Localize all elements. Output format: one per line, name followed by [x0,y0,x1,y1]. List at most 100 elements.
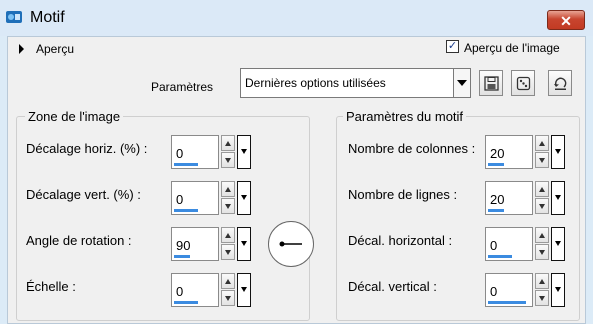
spinner-input[interactable]: 20 [485,135,533,169]
field-label: Angle de rotation : [26,233,132,248]
arrow-up-icon [539,233,545,238]
presets-dropdown[interactable]: Dernières options utilisées [240,68,471,98]
value-slider-bar[interactable] [174,163,198,166]
dial-needle-icon [279,241,302,247]
slider-popup-button[interactable] [551,227,565,261]
close-button[interactable]: ✕ [547,10,585,30]
image-zone-group: Zone de l'image Décalage horiz. (%) : 0 … [16,109,310,321]
spinner-input[interactable]: 0 [485,227,533,261]
spinner-value: 0 [490,284,498,299]
decrement-button[interactable] [221,244,235,260]
arrow-down-icon [539,204,545,209]
arrow-up-icon [539,279,545,284]
vertical-shift-spinner[interactable]: 0 [485,273,566,307]
close-icon: ✕ [560,13,572,29]
presets-dropdown-button[interactable] [453,69,470,97]
arrow-up-icon [539,187,545,192]
value-slider-bar[interactable] [488,301,526,304]
decrement-button[interactable] [221,152,235,168]
increment-button[interactable] [535,227,549,243]
spinner-input[interactable]: 0 [171,273,219,307]
arrow-down-icon [225,158,231,163]
chevron-down-icon [555,149,561,154]
rotation-angle-spinner[interactable]: 90 [171,227,252,261]
rotation-dial[interactable] [268,221,314,267]
field-label: Nombre de lignes : [348,187,458,202]
spinner-value: 90 [176,238,191,253]
decrement-button[interactable] [535,290,549,306]
preview-checkbox[interactable]: ✓ [446,40,459,53]
increment-button[interactable] [221,135,235,151]
save-preset-button[interactable] [479,70,503,96]
value-slider-bar[interactable] [174,255,190,258]
window-title: Motif [30,9,65,26]
arrow-down-icon [225,296,231,301]
field-label: Nombre de colonnes : [348,141,476,156]
arrow-up-icon [225,141,231,146]
spinner-value: 0 [490,238,498,253]
increment-button[interactable] [535,135,549,151]
chevron-down-icon [241,241,247,246]
randomize-button[interactable] [511,70,535,96]
presets-selected-value: Dernières options utilisées [245,76,386,90]
spinner-input[interactable]: 0 [171,181,219,215]
checkmark-icon: ✓ [447,40,458,52]
value-slider-bar[interactable] [488,163,504,166]
increment-button[interactable] [221,273,235,289]
horizontal-offset-spinner[interactable]: 0 [171,135,252,169]
increment-button[interactable] [535,273,549,289]
field-label: Décal. vertical : [348,279,437,294]
reset-icon [554,77,567,90]
scale-spinner[interactable]: 0 [171,273,252,307]
slider-popup-button[interactable] [237,181,251,215]
spinner-input[interactable]: 20 [485,181,533,215]
pattern-params-title: Paramètres du motif [343,109,467,124]
chevron-down-icon [457,80,467,86]
decrement-button[interactable] [535,152,549,168]
rows-spinner[interactable]: 20 [485,181,566,215]
vertical-offset-spinner[interactable]: 0 [171,181,252,215]
spinner-value: 0 [176,192,184,207]
columns-spinner[interactable]: 20 [485,135,566,169]
horizontal-shift-spinner[interactable]: 0 [485,227,566,261]
dialog-body: Aperçu ✓ Aperçu de l'image Paramètres De… [7,36,586,324]
decrement-button[interactable] [535,244,549,260]
decrement-button[interactable] [221,290,235,306]
arrow-up-icon [539,141,545,146]
slider-popup-button[interactable] [237,227,251,261]
slider-popup-button[interactable] [551,135,565,169]
expand-arrow-icon[interactable] [19,44,24,54]
random-dice-icon [516,76,531,91]
title-bar: Motif ✕ [0,0,593,36]
field-label: Décalage horiz. (%) : [26,141,148,156]
increment-button[interactable] [221,181,235,197]
reset-button[interactable] [548,70,572,96]
arrow-down-icon [539,296,545,301]
spinner-value: 0 [176,146,184,161]
slider-popup-button[interactable] [551,273,565,307]
spinner-input[interactable]: 0 [485,273,533,307]
slider-popup-button[interactable] [551,181,565,215]
spinner-input[interactable]: 90 [171,227,219,261]
value-slider-bar[interactable] [488,255,512,258]
presets-label: Paramètres [151,80,214,94]
value-slider-bar[interactable] [488,209,504,212]
slider-popup-button[interactable] [237,273,251,307]
increment-button[interactable] [535,181,549,197]
preview-checkbox-label[interactable]: Aperçu de l'image [464,41,560,55]
chevron-down-icon [555,287,561,292]
increment-button[interactable] [221,227,235,243]
chevron-down-icon [555,241,561,246]
chevron-down-icon [241,195,247,200]
chevron-down-icon [241,287,247,292]
spinner-input[interactable]: 0 [171,135,219,169]
slider-popup-button[interactable] [237,135,251,169]
decrement-button[interactable] [221,198,235,214]
preview-toggle-label[interactable]: Aperçu [36,42,74,56]
arrow-down-icon [539,158,545,163]
decrement-button[interactable] [535,198,549,214]
field-label: Échelle : [26,279,76,294]
arrow-up-icon [225,279,231,284]
value-slider-bar[interactable] [174,301,198,304]
value-slider-bar[interactable] [174,209,198,212]
